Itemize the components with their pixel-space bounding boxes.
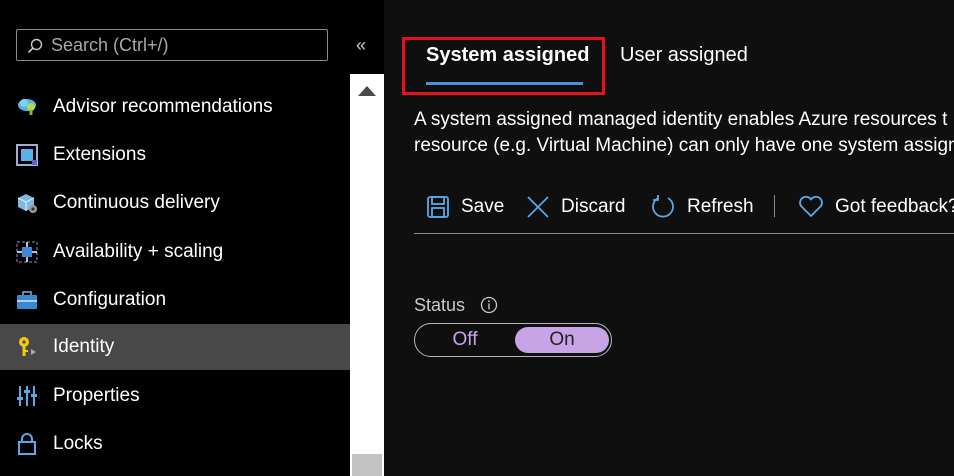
feedback-label: Got feedback? bbox=[835, 196, 954, 217]
sidebar-scrollbar[interactable] bbox=[350, 74, 384, 476]
sidebar-item-availability-scaling[interactable]: Availability + scaling bbox=[0, 229, 350, 275]
main-panel: System assigned User assigned A system a… bbox=[384, 0, 954, 476]
search-icon bbox=[27, 38, 43, 54]
sidebar-item-properties[interactable]: Properties bbox=[0, 373, 350, 419]
sidebar-item-continuous-delivery[interactable]: Continuous delivery bbox=[0, 180, 350, 226]
feedback-button[interactable]: Got feedback? bbox=[798, 190, 954, 224]
refresh-label: Refresh bbox=[687, 196, 754, 217]
toolbar-divider-line bbox=[414, 233, 954, 234]
toolbar-divider bbox=[774, 195, 775, 217]
heart-icon bbox=[799, 195, 823, 217]
status-label: Status bbox=[414, 295, 466, 315]
save-icon bbox=[427, 196, 449, 218]
lock-icon bbox=[16, 433, 38, 455]
toolbar: Save Discard Refresh Got feedback? bbox=[414, 190, 954, 226]
collapse-sidebar-button[interactable]: « bbox=[352, 34, 370, 56]
tab-system-assigned[interactable]: System assigned bbox=[426, 44, 589, 76]
status-off-option[interactable]: Off bbox=[418, 327, 512, 353]
save-button[interactable]: Save bbox=[426, 190, 504, 224]
sidebar-item-label: Advisor recommendations bbox=[53, 96, 273, 117]
sidebar-item-label: Locks bbox=[53, 433, 103, 454]
advisor-cloud-icon bbox=[16, 96, 38, 118]
sidebar-item-locks[interactable]: Locks bbox=[0, 421, 350, 467]
sidebar-item-label: Extensions bbox=[53, 144, 146, 165]
sidebar-item-configuration[interactable]: Configuration bbox=[0, 277, 350, 323]
description-line: A system assigned managed identity enabl… bbox=[414, 109, 948, 130]
scroll-thumb[interactable] bbox=[352, 454, 382, 476]
description-line: resource (e.g. Virtual Machine) can only… bbox=[414, 135, 954, 156]
extensions-icon bbox=[16, 144, 38, 166]
search-box[interactable] bbox=[16, 29, 328, 61]
properties-icon bbox=[16, 385, 38, 407]
configuration-icon bbox=[16, 289, 38, 311]
status-on-option[interactable]: On bbox=[515, 327, 609, 353]
identity-key-icon bbox=[16, 336, 38, 358]
close-icon bbox=[527, 196, 549, 218]
sidebar-item-extensions[interactable]: Extensions bbox=[0, 132, 350, 178]
refresh-button[interactable]: Refresh bbox=[650, 190, 754, 224]
status-toggle[interactable]: Off On bbox=[414, 323, 612, 357]
save-label: Save bbox=[461, 196, 505, 217]
sidebar: « Advisor recommendations Extensions bbox=[0, 0, 366, 476]
search-input[interactable] bbox=[51, 34, 321, 56]
sidebar-item-label: Continuous delivery bbox=[53, 192, 220, 213]
discard-label: Discard bbox=[561, 196, 626, 217]
sidebar-item-advisor-recommendations[interactable]: Advisor recommendations bbox=[0, 84, 350, 130]
sidebar-item-label: Availability + scaling bbox=[53, 241, 224, 262]
identity-description: A system assigned managed identity enabl… bbox=[414, 107, 954, 159]
sidebar-item-label: Configuration bbox=[53, 289, 167, 310]
continuous-delivery-icon bbox=[16, 192, 38, 214]
tab-selected-underline bbox=[426, 82, 583, 85]
refresh-icon bbox=[652, 195, 674, 218]
info-icon[interactable] bbox=[480, 296, 498, 314]
sidebar-item-label: Identity bbox=[53, 336, 115, 357]
scroll-up-arrow-icon[interactable] bbox=[358, 86, 376, 96]
sidebar-item-label: Properties bbox=[53, 385, 140, 406]
discard-button[interactable]: Discard bbox=[526, 190, 625, 224]
tab-user-assigned[interactable]: User assigned bbox=[620, 44, 748, 76]
sidebar-item-identity[interactable]: Identity bbox=[0, 324, 350, 370]
availability-scaling-icon bbox=[16, 241, 38, 263]
